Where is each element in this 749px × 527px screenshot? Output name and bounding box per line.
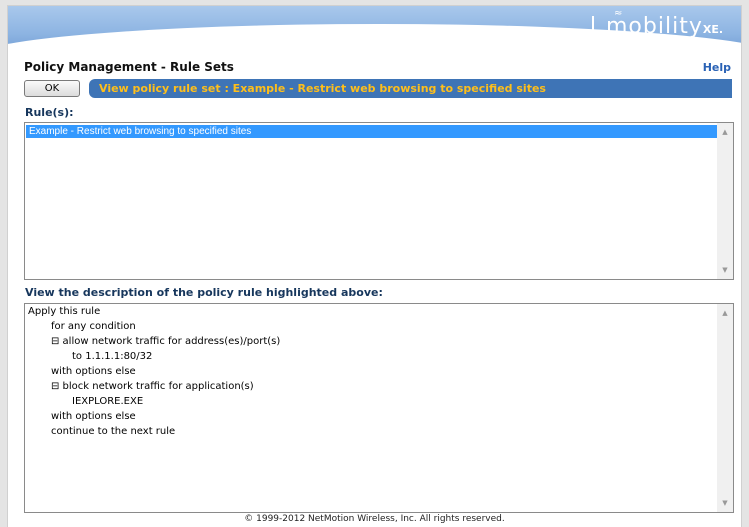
description-scrollbar[interactable]: ▲ ▼ xyxy=(717,304,733,512)
ok-button[interactable]: OK xyxy=(24,80,80,97)
mobility-logo: ≈ mobilityXE. xyxy=(606,8,724,39)
description-box[interactable]: Apply this rule for any condition ⊟ allo… xyxy=(24,303,734,513)
scroll-up-icon[interactable]: ▲ xyxy=(717,306,733,320)
copyright-footer: © 1999-2012 NetMotion Wireless, Inc. All… xyxy=(244,514,505,524)
banner-divider xyxy=(592,16,594,42)
app-frame: ≈ mobilityXE. Policy Management - Rule S… xyxy=(8,6,741,527)
scroll-up-icon[interactable]: ▲ xyxy=(717,125,733,139)
header-banner: ≈ mobilityXE. xyxy=(8,6,741,56)
description-line: with options else xyxy=(51,366,136,377)
rules-scrollbar[interactable]: ▲ ▼ xyxy=(717,123,733,279)
description-line: for any condition xyxy=(51,321,136,332)
rules-listbox[interactable]: Example - Restrict web browsing to speci… xyxy=(24,122,734,280)
description-line: ⊟ allow network traffic for address(es)/… xyxy=(51,336,281,347)
description-line: continue to the next rule xyxy=(51,426,176,437)
description-line: Apply this rule xyxy=(28,306,101,317)
page-title: Policy Management - Rule Sets xyxy=(24,60,234,74)
scroll-down-icon[interactable]: ▼ xyxy=(717,496,733,510)
description-label: View the description of the policy rule … xyxy=(25,286,383,299)
description-line: to 1.1.1.1:80/32 xyxy=(72,351,153,362)
logo-dot: . xyxy=(718,23,724,36)
rule-list-item[interactable]: Example - Restrict web browsing to speci… xyxy=(26,125,719,138)
scroll-down-icon[interactable]: ▼ xyxy=(717,263,733,277)
description-line: ⊟ block network traffic for application(… xyxy=(51,381,254,392)
help-link[interactable]: Help xyxy=(703,61,731,74)
rules-label: Rule(s): xyxy=(25,106,74,119)
description-line: with options else xyxy=(51,411,136,422)
view-caption: View policy rule set : Example - Restric… xyxy=(99,82,546,95)
logo-suffix: XE xyxy=(702,23,719,36)
signal-icon: ≈ xyxy=(614,8,624,19)
description-line: IEXPLORE.EXE xyxy=(72,396,144,407)
view-caption-bar: View policy rule set : Example - Restric… xyxy=(89,79,732,98)
